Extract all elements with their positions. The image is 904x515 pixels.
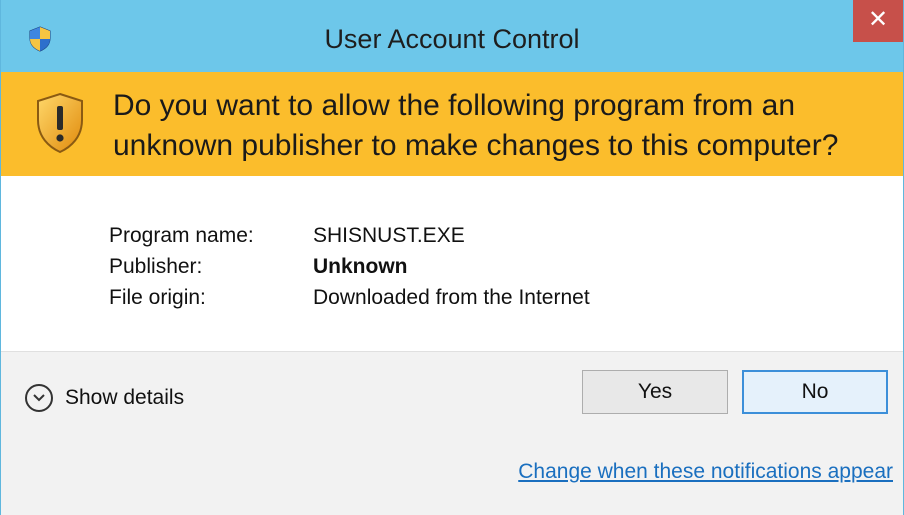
detail-label: File origin: (109, 286, 206, 309)
detail-row-origin: File origin: Downloaded from the Interne… (109, 282, 590, 313)
program-name-value: SHISNUST.EXE (313, 224, 465, 247)
detail-row-program: Program name: SHISNUST.EXE (109, 220, 590, 251)
change-notifications-link[interactable]: Change when these notifications appear (518, 460, 893, 484)
detail-label: Publisher: (109, 255, 203, 278)
title-bar[interactable]: User Account Control ✕ (1, 0, 903, 82)
window-title: User Account Control (324, 24, 580, 54)
close-icon: ✕ (867, 6, 889, 33)
program-details: Program name: SHISNUST.EXE Publisher: Un… (109, 220, 590, 313)
no-button[interactable]: No (742, 370, 888, 414)
chevron-down-icon[interactable] (25, 384, 53, 412)
show-details-label[interactable]: Show details (65, 386, 184, 410)
publisher-value: Unknown (313, 255, 408, 278)
chevron-glyph (33, 394, 45, 402)
file-origin-value: Downloaded from the Internet (313, 286, 590, 309)
warning-shield-icon (37, 92, 83, 154)
dialog-footer: Show details Yes No Change when these no… (1, 351, 903, 515)
yes-button[interactable]: Yes (582, 370, 728, 414)
detail-label: Program name: (109, 224, 254, 247)
detail-row-publisher: Publisher: Unknown (109, 251, 590, 282)
show-details-toggle[interactable]: Show details (25, 384, 184, 412)
close-button[interactable]: ✕ (853, 0, 903, 42)
uac-dialog: User Account Control ✕ Do you want to al… (0, 0, 904, 515)
warning-banner: Do you want to allow the following progr… (1, 72, 903, 176)
banner-question: Do you want to allow the following progr… (113, 89, 839, 162)
